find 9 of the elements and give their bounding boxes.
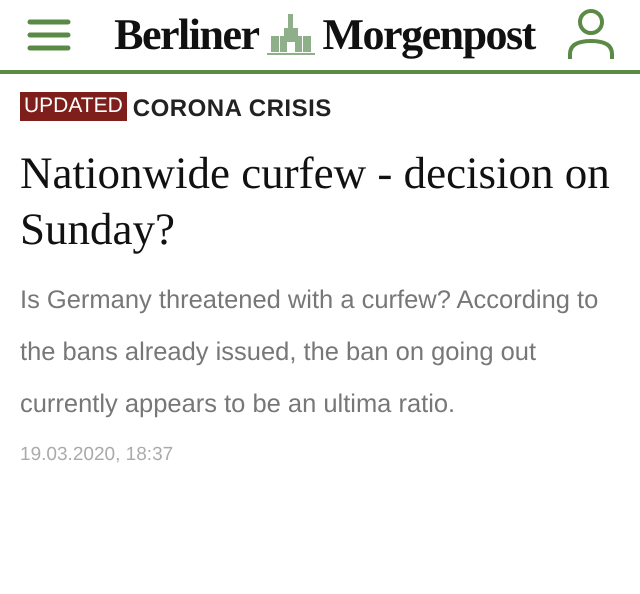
timestamp: 19.03.2020, 18:37	[20, 444, 174, 466]
headline[interactable]: Nationwide curfew - decision on Sunday?	[20, 145, 620, 257]
updated-badge: UPDATED	[20, 92, 127, 121]
user-icon[interactable]	[568, 9, 614, 61]
logo-text: Berliner	[114, 13, 259, 57]
section-label[interactable]: CORONA CRISIS	[132, 97, 332, 121]
teaser-text: Is Germany threatened with a curfew? According to the bans already issued, the ban on going out currently appears to be an ultima ratio.	[20, 285, 600, 420]
menu-icon[interactable]	[27, 18, 71, 52]
logo-text: Morgenpost	[322, 13, 535, 57]
